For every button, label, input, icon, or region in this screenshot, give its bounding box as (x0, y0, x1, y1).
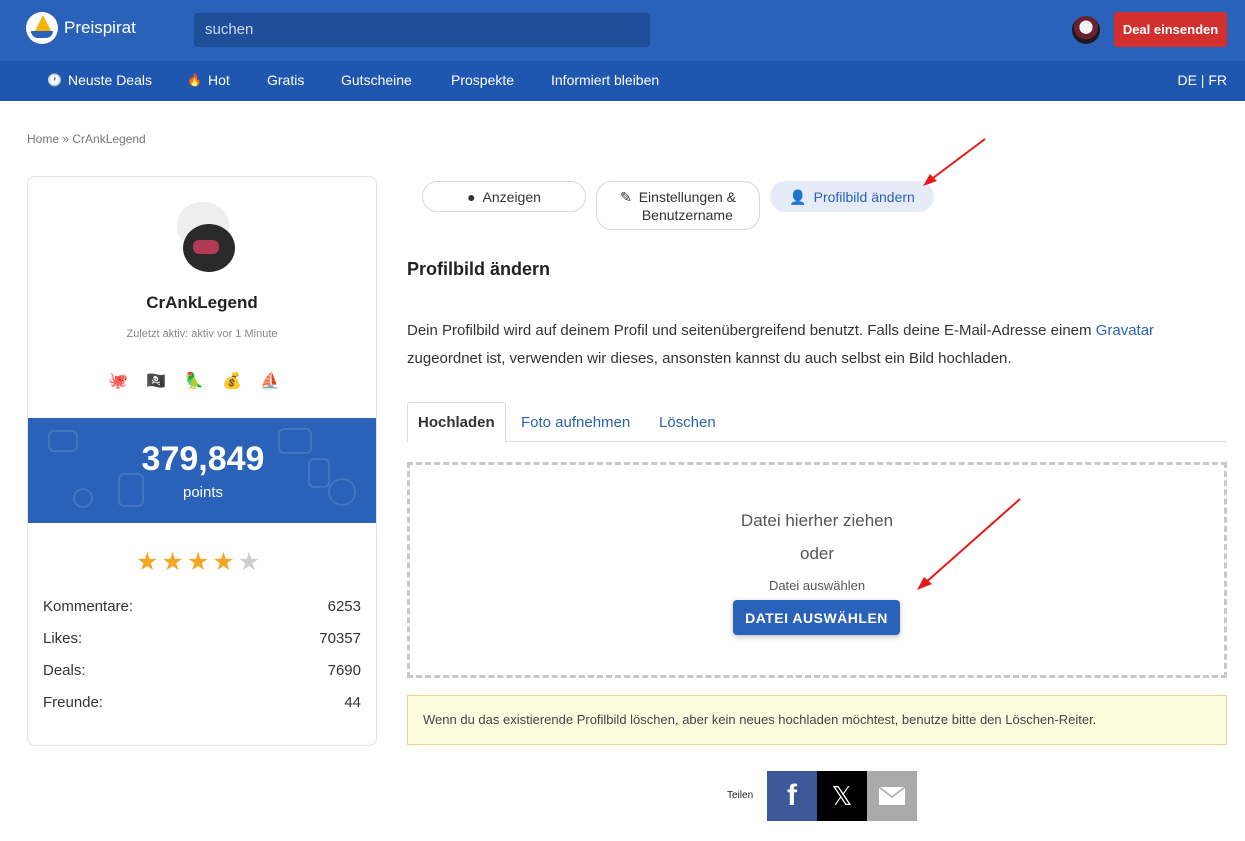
tab-take-photo[interactable]: Foto aufnehmen (521, 402, 630, 442)
drop-text: Datei hierher ziehen (740, 511, 894, 530)
tab-settings[interactable]: ✎ Einstellungen & Benutzername (596, 181, 760, 230)
profile-username: CrAnkLegend (146, 293, 258, 312)
x-icon: 𝕏 (831, 780, 853, 811)
points-label: points (182, 484, 224, 501)
email-share-button[interactable] (867, 771, 917, 821)
facebook-share-button[interactable]: f (767, 771, 817, 821)
pirate-badge-icon: 🏴‍☠️ (146, 373, 166, 390)
rating-stars: ★ ★ ★ ★ ★ (136, 547, 260, 577)
annotation-arrow (923, 138, 986, 186)
submit-deal-button[interactable]: Deal einsenden (1114, 12, 1227, 47)
nav-item-vouchers[interactable]: Gutscheine (341, 72, 412, 88)
ship-logo-icon (26, 12, 58, 44)
gravatar-link[interactable]: Gravatar (1096, 322, 1154, 339)
treasure-chest-badge-icon: 💰 (222, 373, 242, 390)
facebook-icon: f (787, 779, 797, 812)
annotation-arrow (917, 498, 1021, 590)
language-switch[interactable]: DE | FR (1177, 72, 1227, 88)
profile-card: CrAnkLegend Zuletzt aktiv: aktiv vor 1 M… (27, 176, 377, 746)
tab-delete[interactable]: Löschen (659, 402, 716, 442)
description-text: Dein Profilbild wird auf deinem Profil u… (407, 322, 1155, 367)
nav-item-gratis[interactable]: Gratis (267, 72, 304, 88)
nav-item-hot[interactable]: 🔥 Hot (187, 72, 230, 88)
star-filled-icon: ★ (161, 548, 184, 576)
tab-show-profile[interactable]: ● Anzeigen (422, 181, 586, 212)
profile-avatar (173, 202, 237, 272)
choose-file-button[interactable]: DATEI AUSWÄHLEN (733, 600, 900, 635)
stat-row-friends: Freunde: 44 (43, 694, 361, 711)
parrot-badge-icon: 🦜 (184, 373, 204, 390)
badge-list: 🐙 🏴‍☠️ 🦜 💰 ⛵ (106, 369, 282, 393)
search-input[interactable]: suchen (194, 13, 650, 47)
share-label: Teilen (727, 790, 754, 801)
choose-hint: Datei auswählen (768, 578, 866, 593)
tab-upload[interactable]: Hochladen (407, 402, 506, 443)
star-filled-icon: ★ (212, 548, 235, 576)
star-filled-icon: ★ (136, 548, 159, 576)
breadcrumb[interactable]: Home » CrAnkLegend (27, 132, 146, 146)
points-value: 379,849 (141, 440, 265, 478)
brand-logo[interactable]: Preispirat (26, 12, 136, 44)
info-notice: Wenn du das existierende Profilbild lösc… (407, 695, 1227, 745)
or-text: oder (799, 544, 835, 563)
clock-icon: 🕐 (47, 73, 62, 87)
main-nav: 🕐 Neuste Deals 🔥 Hot Gratis Gutscheine P… (0, 61, 1245, 101)
last-active-text: Zuletzt aktiv: aktiv vor 1 Minute (126, 328, 278, 340)
nav-item-newsletter[interactable]: Informiert bleiben (551, 72, 659, 88)
file-drop-zone[interactable]: Datei hierher ziehen oder Datei auswähle… (407, 462, 1227, 678)
stat-row-likes: Likes: 70357 (43, 630, 361, 647)
edit-icon: ✎ (619, 189, 632, 205)
user-avatar[interactable] (1072, 16, 1100, 44)
upload-tabs: Hochladen Foto aufnehmen Löschen (407, 402, 1227, 443)
user-edit-icon: 👤 (789, 188, 807, 205)
flame-icon: 🔥 (187, 73, 202, 87)
star-empty-icon: ★ (237, 548, 261, 576)
top-bar: Preispirat suchen Deal einsenden (0, 0, 1245, 61)
star-filled-icon: ★ (186, 548, 210, 576)
envelope-icon (878, 786, 906, 805)
brand-name: Preispirat (64, 18, 136, 37)
tab-change-picture[interactable]: 👤 Profilbild ändern (770, 181, 934, 212)
octopus-badge-icon: 🐙 (108, 373, 128, 390)
page-title: Profilbild ändern (407, 259, 551, 279)
nav-item-brochures[interactable]: Prospekte (451, 72, 514, 88)
nav-item-newest-deals[interactable]: 🕐 Neuste Deals (47, 72, 152, 88)
ship-badge-icon: ⛵ (260, 373, 280, 390)
stat-row-deals: Deals: 7690 (43, 662, 361, 679)
x-share-button[interactable]: 𝕏 (817, 771, 867, 821)
user-circle-icon: ● (467, 188, 476, 205)
stat-row-comments: Kommentare: 6253 (43, 598, 361, 615)
points-banner: 379,849 points (28, 418, 376, 523)
